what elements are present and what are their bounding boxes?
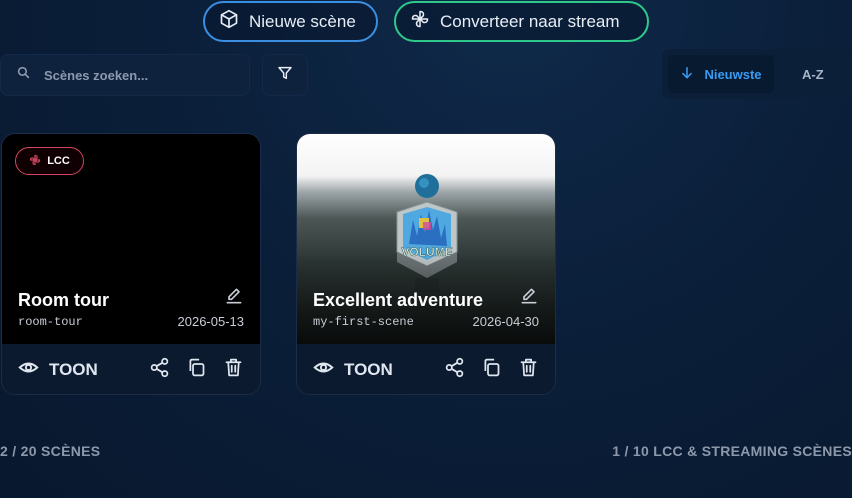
pinwheel-icon (29, 154, 41, 169)
scene-count: 2 / 20 SCÈNES (0, 443, 101, 459)
sort-newest-button[interactable]: Nieuwste (668, 55, 774, 93)
trash-icon[interactable] (518, 357, 539, 383)
eye-icon (313, 357, 334, 383)
scene-card[interactable]: VOLUME Excellent adventure my-first-scen… (296, 133, 556, 395)
search-input[interactable] (44, 67, 224, 83)
convert-to-stream-button[interactable]: Converteer naar stream (394, 1, 649, 42)
convert-label: Converteer naar stream (440, 11, 620, 31)
scene-date: 2026-05-13 (177, 314, 245, 329)
lcc-badge-label: LCC (47, 155, 70, 167)
new-scene-label: Nieuwe scène (249, 11, 356, 31)
show-button[interactable]: TOON (313, 357, 393, 383)
trash-icon[interactable] (223, 357, 244, 383)
filter-button[interactable] (262, 54, 308, 96)
scene-slug: my-first-scene (313, 315, 414, 329)
share-icon[interactable] (149, 357, 170, 383)
card-actions: TOON (2, 344, 260, 394)
lcc-badge: LCC (15, 147, 84, 175)
edit-icon[interactable] (224, 286, 244, 306)
card-actions: TOON (297, 344, 555, 394)
scene-card[interactable]: LCC Room tour room-tour 2026-05-13 TOON (1, 133, 261, 395)
arrow-down-icon (680, 66, 694, 83)
sort-az-button[interactable]: A-Z (802, 67, 824, 82)
copy-icon[interactable] (481, 357, 502, 383)
scene-title: Excellent adventure (313, 290, 484, 310)
filter-icon (277, 65, 293, 86)
new-scene-button[interactable]: Nieuwe scène (203, 1, 378, 42)
eye-icon (18, 357, 39, 383)
lcc-streaming-count: 1 / 10 LCC & STREAMING SCÈNES (612, 443, 852, 459)
cube-icon (219, 9, 239, 34)
scene-slug: room-tour (18, 315, 83, 329)
show-button[interactable]: TOON (18, 357, 98, 383)
sort-toggle: Nieuwste A-Z (662, 49, 852, 99)
search-box (0, 54, 250, 96)
show-label: TOON (49, 360, 98, 379)
search-icon (17, 66, 30, 84)
share-icon[interactable] (444, 357, 465, 383)
scene-title: Room tour (18, 290, 109, 310)
edit-icon[interactable] (519, 286, 539, 306)
sort-newest-label: Nieuwste (704, 66, 762, 82)
show-label: TOON (344, 360, 393, 379)
copy-icon[interactable] (186, 357, 207, 383)
pinwheel-icon (410, 9, 430, 34)
scene-date: 2026-04-30 (472, 314, 540, 329)
